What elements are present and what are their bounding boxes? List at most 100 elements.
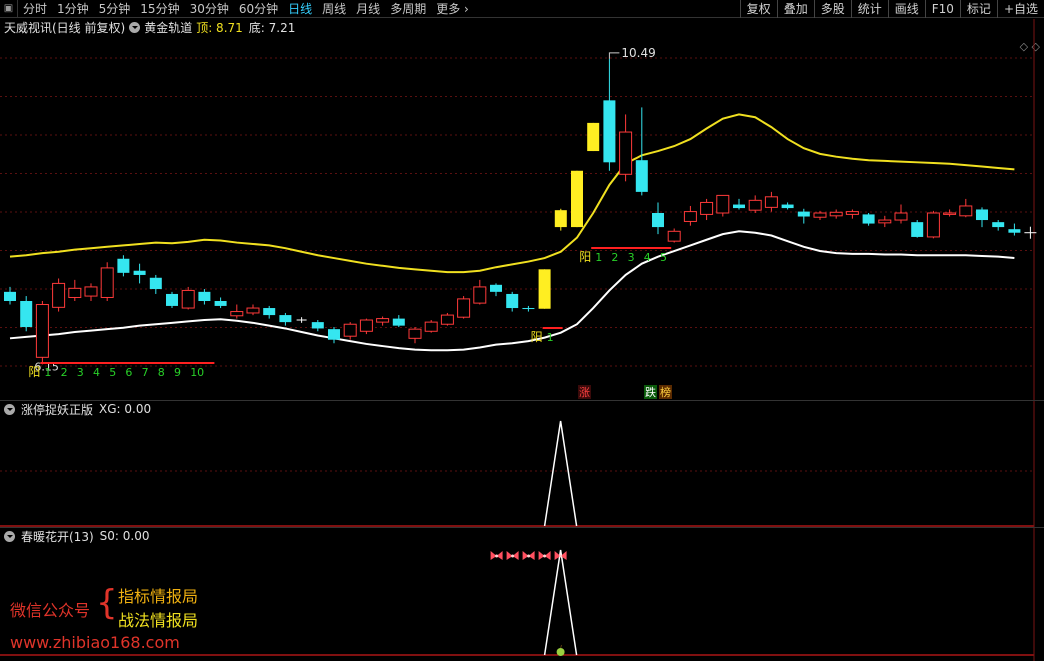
seq1-number: 4 [93,366,100,379]
period-tab-3[interactable]: 15分钟 [135,0,184,18]
candle-body [700,201,714,215]
xg-indicator-name: 涨停捉妖正版 [21,402,94,417]
candle-body [797,211,810,217]
candle [376,316,390,326]
period-tab-9[interactable]: 多周期 [385,0,431,18]
candle [538,269,551,309]
indicator-name: 黄金轨道 [144,20,193,35]
tag-zhang: 涨 [579,386,590,399]
candle-body [490,284,502,292]
candle [862,213,875,226]
candle-body [133,270,146,275]
candle-body [214,301,227,306]
candle-body [68,287,82,298]
candle [683,205,697,226]
candle-body [716,194,730,214]
period-tab-10[interactable]: 更多 › [431,0,474,18]
candle-body [571,170,583,228]
price-chart[interactable]: 10.496.15阳 1 2 3 4 5 6 7 8 9 10阳 1阳 1 2 3 4 5涨跌榜 [0,19,1044,400]
period-tab-2[interactable]: 5分钟 [94,0,136,18]
candle-body [829,211,843,217]
indicator-dropdown-icon[interactable] [129,21,141,33]
toolbar-right-buttons: 复权 叠加 多股 统计 画线 F10 标记 +自选 [739,0,1044,18]
candle-body [343,323,357,337]
s0-dropdown-icon[interactable] [4,530,15,542]
seq3-number: 2 [611,251,618,264]
candle-body [506,293,519,309]
candle [424,320,438,333]
seq3-signal: 阳 [579,250,591,264]
candle-body [619,131,633,175]
seq1-number: 2 [61,366,68,379]
toolbar-button-6[interactable]: 标记 [959,0,997,18]
flower-center [511,554,515,558]
toolbar-button-1[interactable]: 叠加 [776,0,814,18]
xg-dropdown-icon[interactable] [4,403,15,415]
candle [20,296,33,332]
apple-stem [560,644,563,649]
seq1-number: 10 [190,366,204,379]
period-tab-6[interactable]: 日线 [283,0,317,18]
candle-body [166,293,178,306]
xg-panel-header: 涨停捉妖正版 XG: 0.00 [0,401,151,417]
flower-center [527,554,531,558]
toolbar-button-3[interactable]: 统计 [850,0,888,18]
period-tab-8[interactable]: 月线 [351,0,385,18]
candle [473,279,487,305]
candle-body [603,100,616,163]
candle [311,320,324,332]
candle [117,255,130,277]
toolbar-button-0[interactable]: 复权 [739,0,777,18]
candle [894,204,908,224]
candle-body [976,209,988,221]
candle [279,312,292,326]
candle [52,278,66,312]
toolbar-button-5[interactable]: F10 [924,0,960,18]
top-value: 顶: 8.71 [196,20,243,35]
period-tab-1[interactable]: 1分钟 [52,0,94,18]
xg-chart[interactable] [0,401,1044,528]
candle [133,263,146,284]
flower-icon [538,551,551,560]
candle [554,208,567,231]
toolbar-button-7[interactable]: +自选 [996,0,1044,18]
candle-body [279,315,292,323]
period-tab-5[interactable]: 60分钟 [234,0,283,18]
candle [263,305,276,319]
candle [829,209,843,219]
candle-body [894,212,908,221]
candle [359,318,373,335]
candle [35,301,49,365]
candle [797,208,810,224]
period-tab-4[interactable]: 30分钟 [185,0,234,18]
period-tab-7[interactable]: 周线 [317,0,351,18]
xg-value: XG: 0.00 [99,402,152,416]
candle [700,198,714,221]
seq1-number: 3 [77,366,84,379]
period-tab-0[interactable]: 分时 [18,0,52,18]
candle [296,317,307,323]
candle-body [408,328,422,339]
candle [343,322,357,340]
flower-center [495,554,499,558]
tag-bang: 榜 [660,385,671,399]
seq1-signal: 阳 [28,365,40,379]
candle [68,279,82,301]
toolbar-button-2[interactable]: 多股 [813,0,851,18]
candle [457,296,471,319]
seq1-number: 8 [158,366,165,379]
candle-body [733,204,745,209]
candle [571,170,583,228]
candle-body [554,210,567,228]
flower-center [559,554,563,558]
seq3-number: 1 [595,251,602,264]
xg-signal-spike [543,420,578,527]
candle-body [149,277,162,290]
candle [198,289,211,305]
candle-body [862,214,875,224]
toolbar-menu-icon[interactable]: ▣ [0,0,18,18]
toolbar-button-4[interactable]: 画线 [887,0,925,18]
candle-body [813,212,827,218]
candle [926,210,940,239]
high-annotation: 10.49 [621,46,655,60]
